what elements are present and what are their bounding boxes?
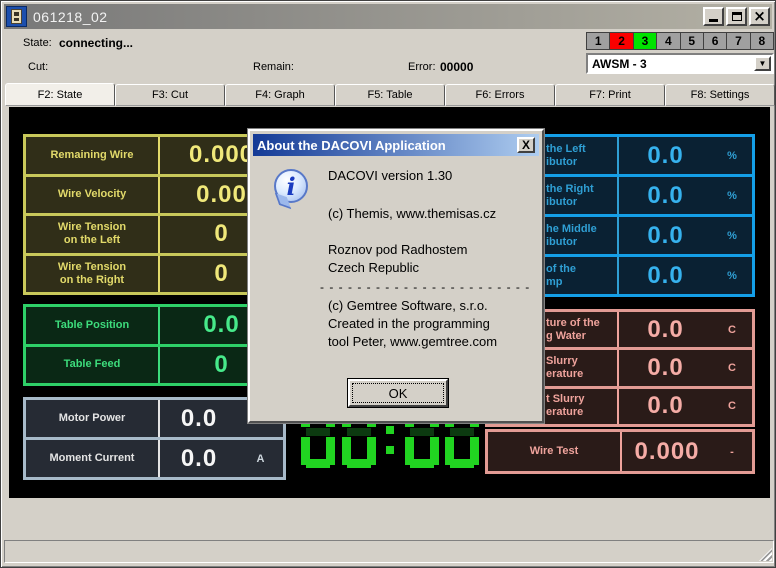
machine-button-8[interactable]: 8 xyxy=(751,33,773,49)
address-line-1: Roznov pod Radhostem xyxy=(328,241,540,259)
remaining-wire-row: Remaining Wire 0.000 xyxy=(26,137,283,174)
flow-left-unit: % xyxy=(712,137,752,174)
machine-button-5[interactable]: 5 xyxy=(681,33,704,49)
gemtree-line-2: Created in the programming xyxy=(328,315,540,333)
machine-button-1[interactable]: 1 xyxy=(587,33,610,49)
flow-pump-unit: % xyxy=(712,257,752,294)
error-label: Error: xyxy=(408,61,436,73)
minimize-button[interactable] xyxy=(703,7,724,26)
ok-button-label: OK xyxy=(389,386,408,401)
info-icon: i xyxy=(274,169,308,203)
flow-left-value: 0.0 xyxy=(619,137,712,174)
motor-power-row: Motor Power 0.0 kW xyxy=(26,400,283,437)
machine-button-4[interactable]: 4 xyxy=(657,33,680,49)
wire-tension-right-row: Wire Tension on the Right 0 xyxy=(26,253,283,293)
machine-select-value: AWSM - 3 xyxy=(592,57,647,71)
slurry-temp-unit-2: C xyxy=(712,389,752,424)
table-panel: Table Position 0.0 Table Feed 0 xyxy=(23,304,286,386)
minimize-icon xyxy=(709,19,718,22)
wire-test-unit: - xyxy=(712,432,752,471)
wire-tension-left-row: Wire Tension on the Left 0 xyxy=(26,213,283,253)
cooling-water-value: 0.0 xyxy=(619,312,712,347)
separator-line: - - - - - - - - - - - - - - - - - - - - … xyxy=(320,278,540,296)
maximize-button[interactable] xyxy=(726,7,747,26)
wire-velocity-label: Wire Velocity xyxy=(26,177,160,214)
wire-tension-right-label: Wire Tension on the Right xyxy=(26,256,160,293)
close-icon: X xyxy=(522,138,530,152)
title-bar: 061218_02 × xyxy=(4,4,772,29)
tab-graph[interactable]: F4: Graph xyxy=(225,84,335,106)
gemtree-line-3: tool Peter, www.gemtree.com xyxy=(328,333,540,351)
tab-bar: F2: State F3: Cut F4: Graph F5: Table F6… xyxy=(5,83,775,106)
wire-velocity-row: Wire Velocity 0.00 xyxy=(26,174,283,214)
close-button[interactable]: × xyxy=(749,7,770,26)
state-label: State: xyxy=(23,37,52,49)
app-icon xyxy=(6,6,27,27)
tab-state[interactable]: F2: State xyxy=(5,83,115,106)
machine-select[interactable]: AWSM - 3 ▼ xyxy=(586,53,774,74)
application-window: 061218_02 × State: connecting... Cut: Re… xyxy=(0,0,776,568)
tab-settings[interactable]: F8: Settings xyxy=(665,84,775,106)
machine-button-3[interactable]: 3 xyxy=(634,33,657,49)
slurry-temp-unit-1: C xyxy=(712,350,752,385)
flow-pump-value: 0.0 xyxy=(619,257,712,294)
ok-button[interactable]: OK xyxy=(348,379,448,407)
moment-current-unit: A xyxy=(238,440,283,477)
flow-right-unit: % xyxy=(712,177,752,214)
window-title: 061218_02 xyxy=(33,9,108,25)
wire-panel: Remaining Wire 0.000 Wire Velocity 0.00 … xyxy=(23,134,286,295)
flow-right-value: 0.0 xyxy=(619,177,712,214)
about-dialog: About the DACOVI Application X i DACOVI … xyxy=(248,129,544,423)
version-line: DACOVI version 1.30 xyxy=(328,167,540,185)
machine-button-7[interactable]: 7 xyxy=(727,33,750,49)
themis-copyright-line: (c) Themis, www.themisas.cz xyxy=(328,205,540,223)
tab-print[interactable]: F7: Print xyxy=(555,84,665,106)
machine-button-2[interactable]: 2 xyxy=(610,33,633,49)
state-value: connecting... xyxy=(59,36,133,50)
dialog-title-bar: About the DACOVI Application X xyxy=(253,134,539,156)
slurry-temp-value-2: 0.0 xyxy=(619,389,712,424)
resize-grip[interactable] xyxy=(759,548,772,561)
table-position-row: Table Position 0.0 xyxy=(26,307,283,344)
remaining-wire-label: Remaining Wire xyxy=(26,137,160,174)
dialog-close-button[interactable]: X xyxy=(517,137,535,153)
wire-test-value: 0.000 xyxy=(622,432,712,471)
wire-test-panel: Wire Test 0.000 - xyxy=(485,429,755,474)
chevron-down-icon[interactable]: ▼ xyxy=(754,56,771,71)
remain-label: Remain: xyxy=(253,61,294,73)
dialog-title: About the DACOVI Application xyxy=(257,138,446,153)
ok-button-focus-rect: OK xyxy=(352,383,444,403)
wire-test-row: Wire Test 0.000 - xyxy=(488,432,752,471)
close-icon: × xyxy=(753,10,766,23)
table-feed-label: Table Feed xyxy=(26,347,160,384)
moment-current-value: 0.0 xyxy=(160,440,238,477)
flow-middle-unit: % xyxy=(712,217,752,254)
wire-test-label: Wire Test xyxy=(488,432,622,471)
dialog-body-text: DACOVI version 1.30 (c) Themis, www.them… xyxy=(328,167,540,351)
cooling-water-unit: C xyxy=(712,312,752,347)
machine-button-6[interactable]: 6 xyxy=(704,33,727,49)
gemtree-line-1: (c) Gemtree Software, s.r.o. xyxy=(328,297,540,315)
tab-cut[interactable]: F3: Cut xyxy=(115,84,225,106)
status-bar xyxy=(4,540,774,563)
table-position-label: Table Position xyxy=(26,307,160,344)
motor-panel: Motor Power 0.0 kW Moment Current 0.0 A xyxy=(23,397,286,480)
slurry-temp-value-1: 0.0 xyxy=(619,350,712,385)
machine-button-row: 1 2 3 4 5 6 7 8 xyxy=(586,32,774,50)
maximize-icon xyxy=(732,12,742,21)
motor-power-value: 0.0 xyxy=(160,400,238,437)
flow-middle-value: 0.0 xyxy=(619,217,712,254)
tab-table[interactable]: F5: Table xyxy=(335,84,445,106)
moment-current-label: Moment Current xyxy=(26,440,160,477)
wire-tension-left-label: Wire Tension on the Left xyxy=(26,216,160,253)
error-value: 00000 xyxy=(440,60,473,74)
table-feed-row: Table Feed 0 xyxy=(26,344,283,384)
cut-label: Cut: xyxy=(28,61,48,73)
address-line-2: Czech Republic xyxy=(328,259,540,277)
tab-errors[interactable]: F6: Errors xyxy=(445,84,555,106)
motor-power-label: Motor Power xyxy=(26,400,160,437)
moment-current-row: Moment Current 0.0 A xyxy=(26,437,283,477)
